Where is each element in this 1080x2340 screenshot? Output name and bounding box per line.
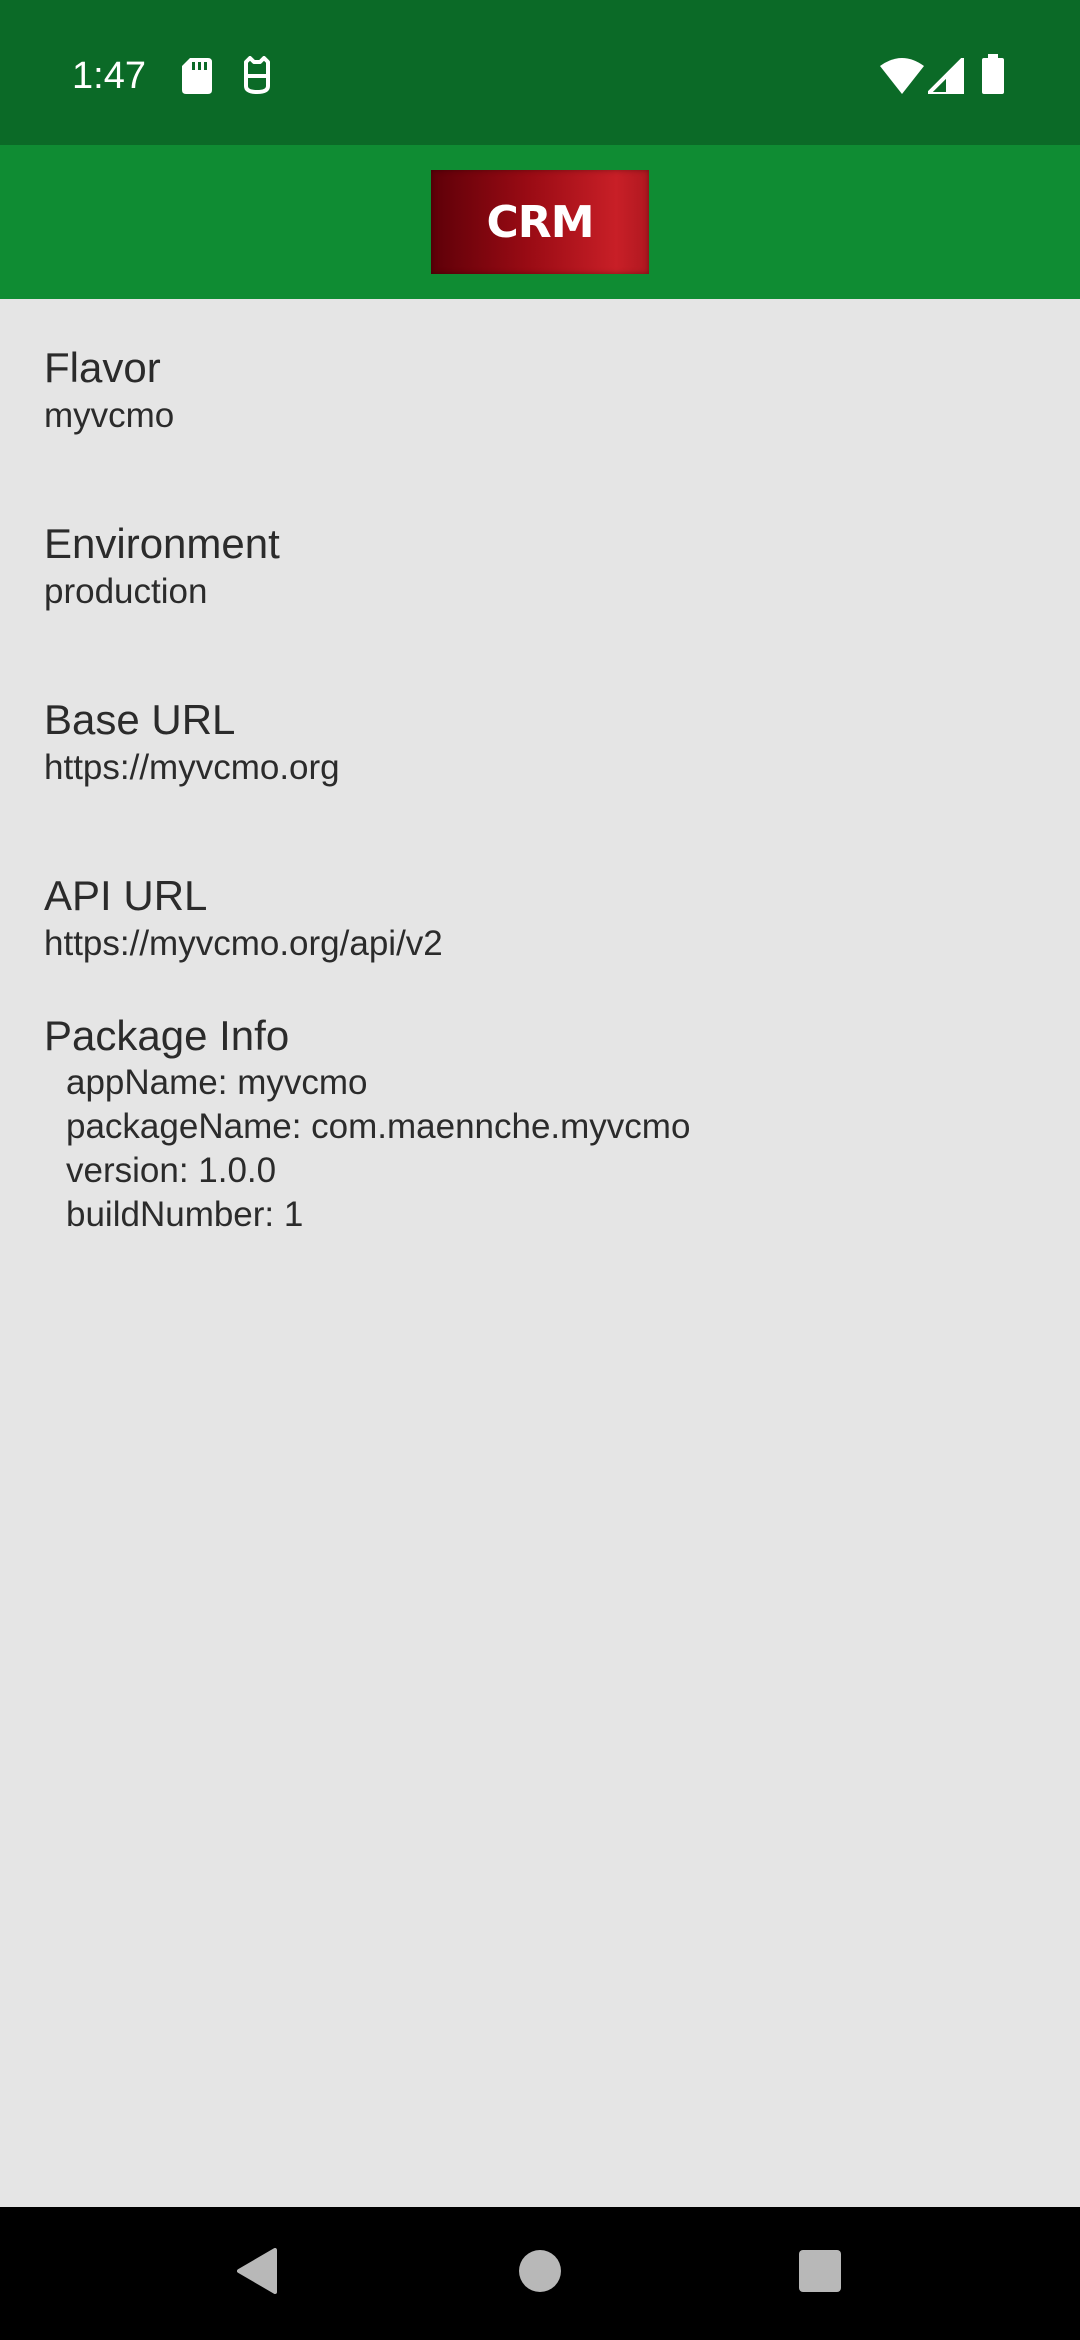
- status-bar: 1:47: [0, 0, 1080, 145]
- crm-logo: CRM: [431, 170, 649, 274]
- field-value: https://myvcmo.org/api/v2: [44, 924, 443, 963]
- package-info-line: packageName: com.maennche.myvcmo: [66, 1107, 691, 1146]
- field-value: myvcmo: [44, 396, 175, 435]
- home-button[interactable]: [480, 2207, 600, 2340]
- cat-face-icon: [242, 56, 272, 99]
- field-label: Base URL: [44, 696, 236, 743]
- package-info-line: appName: myvcmo: [66, 1063, 368, 1102]
- info-content: Flavor myvcmo Environment production Bas…: [0, 299, 1080, 2207]
- package-info-line: version: 1.0.0: [66, 1151, 277, 1190]
- package-info-line: buildNumber: 1: [66, 1195, 304, 1234]
- field-value: https://myvcmo.org: [44, 748, 340, 787]
- sd-card-icon: [182, 58, 212, 99]
- field-label: Flavor: [44, 344, 161, 391]
- back-icon: [237, 2248, 277, 2299]
- app-bar: CRM: [0, 145, 1080, 299]
- field-api-url: API URL https://myvcmo.org/api/v2: [44, 871, 443, 967]
- recents-icon: [799, 2250, 841, 2297]
- field-environment: Environment production: [44, 519, 280, 615]
- system-nav-bar: [0, 2207, 1080, 2340]
- back-button[interactable]: [197, 2207, 317, 2340]
- field-flavor: Flavor myvcmo: [44, 343, 174, 439]
- field-base-url: Base URL https://myvcmo.org: [44, 695, 340, 791]
- field-value: production: [44, 572, 208, 611]
- battery-icon: [982, 54, 1004, 99]
- signal-icon: [926, 56, 966, 99]
- logo-text: CRM: [486, 196, 595, 248]
- package-info-label: Package Info: [44, 1012, 290, 1059]
- field-label: API URL: [44, 872, 208, 919]
- home-icon: [518, 2249, 562, 2298]
- package-info-list: appName: myvcmo packageName: com.maennch…: [66, 1061, 690, 1237]
- status-time: 1:47: [72, 55, 146, 97]
- field-label: Environment: [44, 520, 280, 567]
- package-info: Package Info appName: myvcmo packageName…: [44, 1011, 690, 1237]
- recents-button[interactable]: [760, 2207, 880, 2340]
- wifi-icon: [880, 58, 924, 99]
